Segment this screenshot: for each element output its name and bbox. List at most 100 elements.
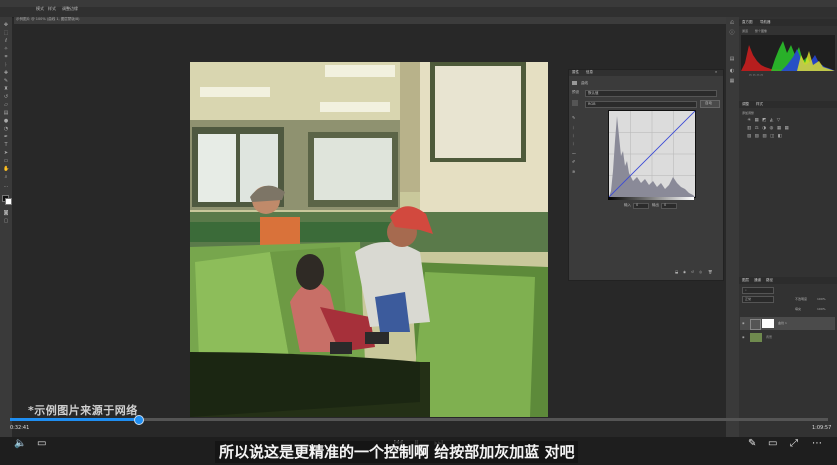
add-adjustment-label: 添加调整 xyxy=(742,111,755,115)
screen-icon[interactable]: ▭ xyxy=(768,439,777,449)
collapse-icon[interactable]: » xyxy=(715,70,717,74)
pen-icon[interactable]: ✎ xyxy=(748,439,756,449)
layer-row-curves[interactable]: ◉ 曲线 1 xyxy=(740,317,835,330)
tab-styles[interactable]: 样式 xyxy=(756,102,763,107)
volume-icon[interactable]: 🔈 xyxy=(14,439,26,449)
adjustment-icons-row1[interactable]: ☀ ▦ ◩ ◭ ▽ xyxy=(747,118,781,123)
white-eyedropper-icon[interactable]: ᚿ xyxy=(572,141,578,146)
move-tool-icon[interactable]: ✥ xyxy=(3,23,9,28)
video-subtitle: 所以说这是更精准的一个控制啊 给按部加灰加蓝 对吧 xyxy=(215,441,579,463)
layer-filter-select[interactable]: ⌕ xyxy=(742,287,774,294)
info-icon[interactable]: ⓘ xyxy=(729,31,735,36)
tools-panel: ✥ ⬚ ℓ ✧ ⌗ ᚿ ✚ ✎ ♜ ↺ ▱ ▤ ● ◔ ✒ T ➤ ▭ ✋ ⌕ … xyxy=(0,17,12,437)
histogram-source[interactable]: 整个图像 xyxy=(755,29,767,33)
curve-point-icon[interactable]: 〜 xyxy=(572,151,578,156)
curves-properties-panel[interactable]: 属性 信息 » 曲线 预设 默认值 RGB 自动 ✎ ᚿ ᚿ ᚿ 〜 ✐ ≋ 输… xyxy=(568,69,724,281)
curves-panel-header: 属性 信息 » xyxy=(569,70,723,76)
pencil-draw-icon[interactable]: ✐ xyxy=(572,159,578,164)
document-photo xyxy=(190,62,548,417)
tab-navigator[interactable]: 导航器 xyxy=(760,20,771,25)
menu-bar[interactable] xyxy=(0,0,837,7)
adjust-panel-tabs: 调整 样式 xyxy=(739,101,837,108)
option-refine-edge[interactable]: 调整边缘 xyxy=(62,6,78,12)
tab-layers[interactable]: 图层 xyxy=(742,278,749,283)
more-icon[interactable]: ⋯ xyxy=(812,439,822,449)
visibility-icon[interactable]: ◎ xyxy=(699,270,702,274)
video-progress-bar[interactable] xyxy=(10,418,828,421)
properties-dock-icon[interactable]: ▤ xyxy=(729,57,735,62)
tab-properties[interactable]: 属性 xyxy=(572,70,579,75)
hand-tool-icon[interactable]: ✋ xyxy=(3,167,9,172)
auto-button-label: 自动 xyxy=(705,101,712,105)
layer-mask-thumbnail[interactable] xyxy=(762,319,774,328)
crop-tool-icon[interactable]: ⌗ xyxy=(3,55,9,60)
tab-adjustments[interactable]: 调整 xyxy=(742,102,749,107)
smooth-icon[interactable]: ≋ xyxy=(572,169,578,174)
input-field[interactable]: 0 xyxy=(633,203,649,209)
background-layer-thumbnail xyxy=(750,333,762,342)
shape-tool-icon[interactable]: ▭ xyxy=(3,159,9,164)
history-icon[interactable]: ⎌ xyxy=(729,21,735,26)
image-source-watermark: *示例图片来源于网络 xyxy=(28,404,138,417)
ferry-photo-illustration xyxy=(190,62,548,417)
comment-icon[interactable]: ▭ xyxy=(37,439,46,449)
reset-icon[interactable]: ↺ xyxy=(691,270,694,274)
stamp-tool-icon[interactable]: ♜ xyxy=(3,87,9,92)
extras-icon[interactable]: ⋯ xyxy=(3,185,9,190)
curves-title: 曲线 xyxy=(581,81,588,85)
opacity-value[interactable]: 100% xyxy=(817,297,826,301)
blur-tool-icon[interactable]: ● xyxy=(3,119,9,124)
pencil-curve-icon[interactable]: ✎ xyxy=(572,115,578,120)
healing-tool-icon[interactable]: ✚ xyxy=(3,71,9,76)
tab-paths[interactable]: 路径 xyxy=(766,278,773,283)
output-label: 输出 xyxy=(652,203,659,207)
option-style[interactable]: 样式 xyxy=(48,6,56,12)
input-value: 0 xyxy=(636,203,639,207)
black-eyedropper-icon[interactable]: ᚿ xyxy=(572,125,578,130)
adjust-dock-icon[interactable]: ◐ xyxy=(729,69,735,74)
marquee-tool-icon[interactable]: ⬚ xyxy=(3,31,9,36)
adjustment-icons-row2[interactable]: ▥ ⚖ ◑ ◍ ▦ ▦ xyxy=(747,126,790,131)
history-brush-icon[interactable]: ↺ xyxy=(3,95,9,100)
preset-select[interactable]: 默认值 xyxy=(585,90,717,97)
tab-info[interactable]: 信息 xyxy=(586,70,593,75)
quick-mask-icon[interactable]: ◙ xyxy=(3,211,9,216)
option-mode[interactable]: 模式 xyxy=(36,6,44,12)
auto-button[interactable]: 自动 xyxy=(700,100,720,108)
layer-visibility-icon[interactable]: ◉ xyxy=(742,321,745,325)
curves-adjustment-icon xyxy=(572,81,577,85)
swatches-dock-icon[interactable]: ▦ xyxy=(729,79,735,84)
channel-select[interactable]: RGB xyxy=(585,101,697,108)
layer-visibility-icon[interactable]: ◉ xyxy=(742,335,745,339)
type-tool-icon[interactable]: T xyxy=(3,143,9,148)
preset-select-value: 默认值 xyxy=(588,91,599,95)
adjustment-icons-row3[interactable]: ▨ ▨ ▨ ◫ ◧ xyxy=(747,134,783,139)
document-tab[interactable]: 示例图片 @ 100% (曲线 1, 图层蒙版/8) xyxy=(14,17,734,24)
blend-mode-select[interactable]: 正常 xyxy=(742,296,774,303)
on-image-adjust-icon[interactable] xyxy=(572,100,578,106)
background-color-swatch[interactable] xyxy=(5,198,12,205)
fill-value[interactable]: 100% xyxy=(817,307,826,311)
pen-tool-icon[interactable]: ✒ xyxy=(3,135,9,140)
delete-icon[interactable]: 🗑 xyxy=(708,270,712,274)
magic-wand-tool-icon[interactable]: ✧ xyxy=(3,47,9,52)
eyedropper-tool-icon[interactable]: ᚿ xyxy=(3,63,9,68)
dodge-tool-icon[interactable]: ◔ xyxy=(3,127,9,132)
clip-to-layer-icon[interactable]: ⬓ xyxy=(675,270,678,274)
gradient-tool-icon[interactable]: ▤ xyxy=(3,111,9,116)
layer-row-background[interactable]: ◉ 背景 xyxy=(740,331,835,344)
fullscreen-icon[interactable]: ⤢ xyxy=(790,439,798,449)
brush-tool-icon[interactable]: ✎ xyxy=(3,79,9,84)
screen-mode-icon[interactable]: ▢ xyxy=(3,219,9,224)
view-previous-icon[interactable]: ◉ xyxy=(683,270,686,274)
output-field[interactable]: 0 xyxy=(661,203,677,209)
tab-channels[interactable]: 通道 xyxy=(754,278,761,283)
zoom-tool-icon[interactable]: ⌕ xyxy=(3,175,9,180)
document-tab-label: 示例图片 @ 100% (曲线 1, 图层蒙版/8) xyxy=(16,17,80,21)
lasso-tool-icon[interactable]: ℓ xyxy=(3,39,9,44)
eraser-tool-icon[interactable]: ▱ xyxy=(3,103,9,108)
tab-histogram[interactable]: 直方图 xyxy=(742,20,753,25)
curves-graph[interactable] xyxy=(608,110,696,198)
path-select-icon[interactable]: ➤ xyxy=(3,151,9,156)
gray-eyedropper-icon[interactable]: ᚿ xyxy=(572,133,578,138)
